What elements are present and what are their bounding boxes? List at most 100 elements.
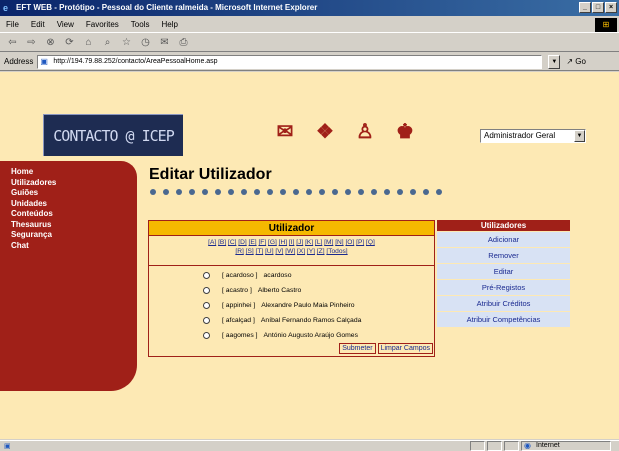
letter-link[interactable]: [F]	[258, 239, 266, 246]
top-icons: ✉ ❖ ♙ ♚	[270, 120, 420, 144]
letter-link[interactable]: [G]	[268, 239, 277, 246]
letter-link[interactable]: [A]	[208, 239, 216, 246]
user-row: [ acastro ] Alberto Castro	[149, 283, 434, 298]
title-dot	[358, 189, 364, 195]
letter-link[interactable]: [U]	[265, 248, 273, 255]
title-dot	[319, 189, 325, 195]
user-login: [ afcalçad ]	[222, 317, 255, 324]
action-pre-registos[interactable]: Pré-Registos	[437, 280, 570, 295]
sidebar-nav: Home Utilizadores Guiões Unidades Conteú…	[11, 167, 131, 251]
title-dot	[267, 189, 273, 195]
globe-icon: ◉	[524, 441, 531, 450]
home-icon[interactable]: ⌂	[82, 36, 95, 49]
minimize-button[interactable]: _	[579, 2, 591, 13]
ie-icon: e	[3, 3, 9, 13]
menu-file[interactable]: File	[6, 20, 19, 29]
nav-thesaurus[interactable]: Thesaurus	[11, 220, 131, 231]
users-icon[interactable]: ♚	[390, 120, 420, 144]
action-atribuir-creditos[interactable]: Atribuir Créditos	[437, 296, 570, 311]
address-input[interactable]: ▣ http://194.79.88.252/contacto/AreaPess…	[37, 54, 543, 69]
book-icon[interactable]: ❖	[310, 120, 340, 144]
title-dot	[228, 189, 234, 195]
nav-unidades[interactable]: Unidades	[11, 199, 131, 210]
letter-link[interactable]: [N]	[335, 239, 343, 246]
toolbar: ⇦ ⇨ ⊗ ⟳ ⌂ ⌕ ☆ ◷ ✉ ⎙	[0, 34, 619, 52]
title-dot	[384, 189, 390, 195]
address-dropdown-icon[interactable]: ▼	[548, 54, 561, 69]
letter-link[interactable]: [E]	[249, 239, 257, 246]
nav-home[interactable]: Home	[11, 167, 131, 178]
letter-link[interactable]: [Todos]	[326, 248, 347, 255]
action-editar[interactable]: Editar	[437, 264, 570, 279]
letter-link[interactable]: [B]	[218, 239, 226, 246]
profile-select[interactable]: Administrador Geral ▼	[480, 129, 586, 143]
zone-label: Internet	[536, 442, 560, 449]
letter-link[interactable]: [R]	[235, 248, 243, 255]
letter-link[interactable]: [P]	[356, 239, 364, 246]
go-button[interactable]: ↗ Go	[566, 57, 586, 66]
clear-button[interactable]: Limpar Campos	[377, 343, 433, 354]
menu-favorites[interactable]: Favorites	[86, 20, 119, 29]
letter-link[interactable]: [C]	[228, 239, 236, 246]
refresh-icon[interactable]: ⟳	[63, 36, 76, 49]
back-icon[interactable]: ⇦	[6, 36, 19, 49]
user-login: [ acastro ]	[222, 287, 252, 294]
action-adicionar[interactable]: Adicionar	[437, 232, 570, 247]
history-icon[interactable]: ◷	[139, 36, 152, 49]
letter-link[interactable]: [I]	[289, 239, 295, 246]
title-dot	[241, 189, 247, 195]
letter-link[interactable]: [Y]	[307, 248, 315, 255]
nav-guioes[interactable]: Guiões	[11, 188, 131, 199]
stop-icon[interactable]: ⊗	[44, 36, 57, 49]
menu-help[interactable]: Help	[161, 20, 177, 29]
letter-link[interactable]: [O]	[345, 239, 354, 246]
user-radio[interactable]	[203, 272, 210, 279]
letter-link[interactable]: [K]	[305, 239, 313, 246]
nav-utilizadores[interactable]: Utilizadores	[11, 178, 131, 189]
letter-link[interactable]: [L]	[315, 239, 322, 246]
user-radio[interactable]	[203, 287, 210, 294]
address-label: Address	[4, 57, 34, 66]
title-dot	[410, 189, 416, 195]
maximize-button[interactable]: □	[592, 2, 604, 13]
letter-link[interactable]: [S]	[246, 248, 254, 255]
go-label: Go	[575, 57, 586, 66]
title-dot	[280, 189, 286, 195]
favorites-icon[interactable]: ☆	[120, 36, 133, 49]
submit-button[interactable]: Submeter	[339, 343, 376, 354]
letter-link[interactable]: [X]	[297, 248, 305, 255]
search-icon[interactable]: ⌕	[101, 36, 114, 49]
letter-filter: [A] [B] [C] [D] [E] [F] [G] [H] [I] [J] …	[149, 236, 434, 266]
menu-edit[interactable]: Edit	[31, 20, 45, 29]
menu-view[interactable]: View	[57, 20, 74, 29]
nav-conteudos[interactable]: Conteúdos	[11, 209, 131, 220]
letter-link[interactable]: [D]	[238, 239, 246, 246]
action-remover[interactable]: Remover	[437, 248, 570, 263]
action-atribuir-competencias[interactable]: Atribuir Competências	[437, 312, 570, 327]
letter-link[interactable]: [M]	[324, 239, 333, 246]
title-dot	[163, 189, 169, 195]
user-icon[interactable]: ♙	[350, 120, 380, 144]
letter-link[interactable]: [J]	[296, 239, 303, 246]
user-name: António Augusto Araújo Gomes	[263, 332, 358, 339]
mail-icon[interactable]: ✉	[158, 36, 171, 49]
user-login: [ aagomes ]	[222, 332, 258, 339]
print-icon[interactable]: ⎙	[177, 36, 190, 49]
letter-link[interactable]: [T]	[256, 248, 264, 255]
nav-seguranca[interactable]: Segurança	[11, 230, 131, 241]
forward-icon[interactable]: ⇨	[25, 36, 38, 49]
nav-chat[interactable]: Chat	[11, 241, 131, 252]
close-button[interactable]: ×	[605, 2, 617, 13]
letter-link[interactable]: [W]	[285, 248, 295, 255]
user-radio[interactable]	[203, 317, 210, 324]
letter-link[interactable]: [V]	[275, 248, 283, 255]
menu-tools[interactable]: Tools	[131, 20, 150, 29]
mail-icon[interactable]: ✉	[270, 120, 300, 144]
letter-link[interactable]: [Q]	[366, 239, 375, 246]
user-radio[interactable]	[203, 302, 210, 309]
letter-link[interactable]: [H]	[279, 239, 287, 246]
letter-link[interactable]: [Z]	[317, 248, 325, 255]
user-radio[interactable]	[203, 332, 210, 339]
user-name: Alexandre Paulo Maia Pinheiro	[261, 302, 355, 309]
chevron-down-icon[interactable]: ▼	[574, 130, 585, 142]
